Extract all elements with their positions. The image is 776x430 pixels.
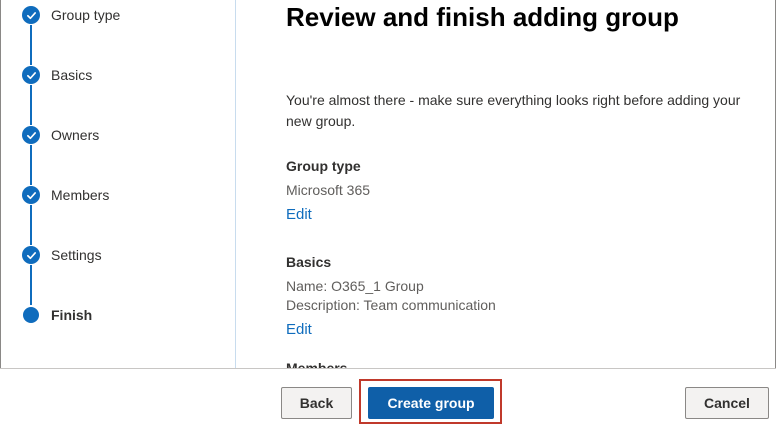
wizard-stepper: Group type Basics Owners Members Setting… xyxy=(0,0,236,368)
step-label: Settings xyxy=(51,247,102,263)
step-connector xyxy=(30,25,32,65)
step-label: Owners xyxy=(51,127,100,143)
step-group-type[interactable]: Group type xyxy=(22,5,120,25)
intro-text: You're almost there - make sure everythi… xyxy=(286,92,741,129)
page-title: Review and finish adding group xyxy=(286,2,679,32)
current-step-dot-icon xyxy=(23,307,39,323)
step-label: Group type xyxy=(51,7,121,23)
step-connector xyxy=(30,145,32,185)
step-connector xyxy=(30,205,32,245)
step-connector xyxy=(30,265,32,305)
step-finish: Finish xyxy=(22,305,92,325)
step-label: Members xyxy=(51,187,110,203)
highlight-box xyxy=(359,379,502,424)
checkmark-icon xyxy=(22,246,40,264)
checkmark-icon xyxy=(22,126,40,144)
step-basics[interactable]: Basics xyxy=(22,65,92,85)
edit-group-type-link[interactable]: Edit xyxy=(286,206,312,223)
step-settings[interactable]: Settings xyxy=(22,245,102,265)
step-owners[interactable]: Owners xyxy=(22,125,99,145)
step-label: Basics xyxy=(51,67,93,83)
section-heading-members: Members xyxy=(286,360,348,368)
step-label: Finish xyxy=(51,307,93,323)
back-button[interactable]: Back xyxy=(281,387,352,419)
step-connector xyxy=(30,85,32,125)
section-heading-basics: Basics xyxy=(286,254,332,270)
checkmark-icon xyxy=(22,6,40,24)
basics-name-value: Name: O365_1 Group xyxy=(286,278,424,294)
checkmark-icon xyxy=(22,66,40,84)
basics-description-value: Description: Team communication xyxy=(286,297,496,313)
cancel-button[interactable]: Cancel xyxy=(685,387,769,419)
checkmark-icon xyxy=(22,186,40,204)
group-type-value: Microsoft 365 xyxy=(286,182,371,198)
section-heading-group-type: Group type xyxy=(286,158,361,174)
review-content: Review and finish adding group You're al… xyxy=(286,0,756,368)
edit-basics-link[interactable]: Edit xyxy=(286,321,312,338)
step-members[interactable]: Members xyxy=(22,185,109,205)
